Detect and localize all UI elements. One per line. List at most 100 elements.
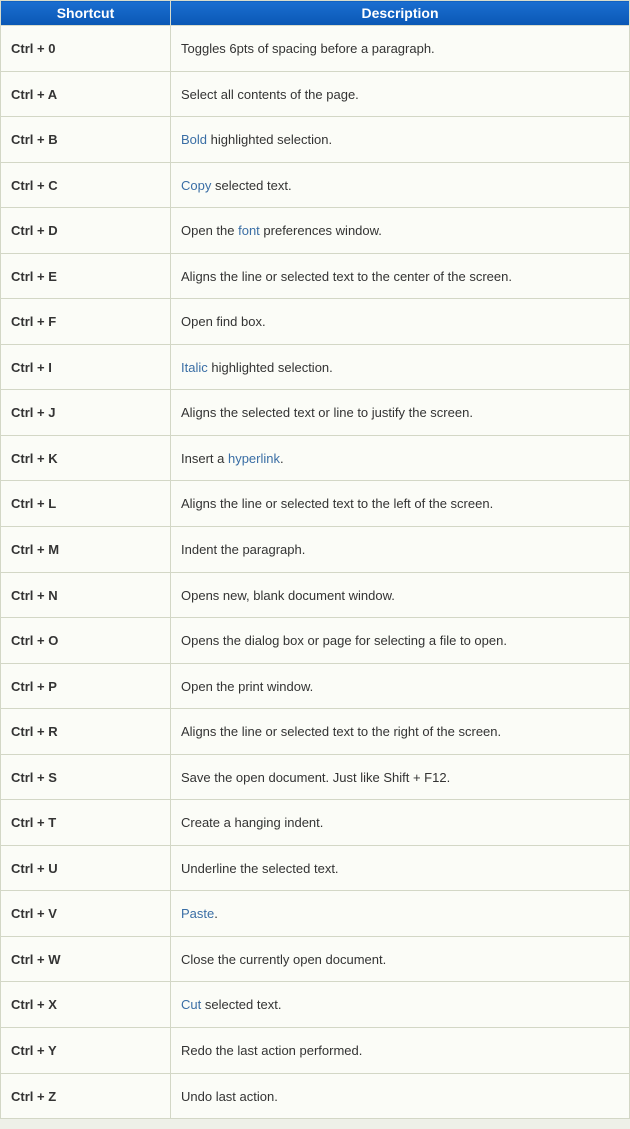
- description-cell: Aligns the line or selected text to the …: [171, 481, 630, 527]
- term-link[interactable]: Copy: [181, 178, 211, 193]
- table-row: Ctrl + E Aligns the line or selected text…: [1, 253, 630, 299]
- description-cell: Redo the last action performed.: [171, 1028, 630, 1074]
- description-cell: Open the font preferences window.: [171, 208, 630, 254]
- description-cell: Bold highlighted selection.: [171, 117, 630, 163]
- shortcut-cell: Ctrl + V: [1, 891, 171, 937]
- description-cell: Insert a hyperlink.: [171, 435, 630, 481]
- term-link[interactable]: hyperlink: [228, 451, 280, 466]
- description-cell: Open find box.: [171, 299, 630, 345]
- table-row: Ctrl + S Save the open document. Just lik…: [1, 754, 630, 800]
- description-cell: Aligns the line or selected text to the …: [171, 709, 630, 755]
- description-cell: Undo last action.: [171, 1073, 630, 1119]
- shortcut-cell: Ctrl + R: [1, 709, 171, 755]
- table-row: Ctrl + FOpen find box.: [1, 299, 630, 345]
- table-row: Ctrl + L Aligns the line or selected text…: [1, 481, 630, 527]
- shortcuts-table: Shortcut Description Ctrl + 0 Toggles 6pt…: [0, 0, 630, 1119]
- table-row: Ctrl + O Opens the dialog box or page for…: [1, 618, 630, 664]
- shortcut-cell: Ctrl + Z: [1, 1073, 171, 1119]
- description-text: Open the: [181, 223, 238, 238]
- shortcut-cell: Ctrl + A: [1, 71, 171, 117]
- shortcut-cell: Ctrl + S: [1, 754, 171, 800]
- term-link[interactable]: Paste: [181, 906, 214, 921]
- shortcut-cell: Ctrl + 0: [1, 26, 171, 72]
- table-row: Ctrl + W Close the currently open documen…: [1, 936, 630, 982]
- description-cell: Aligns the selected text or line to just…: [171, 390, 630, 436]
- shortcut-cell: Ctrl + P: [1, 663, 171, 709]
- description-text: selected text.: [201, 997, 281, 1012]
- description-cell: Toggles 6pts of spacing before a paragra…: [171, 26, 630, 72]
- description-cell: Copy selected text.: [171, 162, 630, 208]
- header-description: Description: [171, 1, 630, 26]
- table-row: Ctrl + BBold highlighted selection.: [1, 117, 630, 163]
- description-cell: Italic highlighted selection.: [171, 344, 630, 390]
- description-cell: Indent the paragraph.: [171, 527, 630, 573]
- description-cell: Open the print window.: [171, 663, 630, 709]
- shortcut-cell: Ctrl + L: [1, 481, 171, 527]
- description-cell: Save the open document. Just like Shift …: [171, 754, 630, 800]
- table-row: Ctrl + IItalic highlighted selection.: [1, 344, 630, 390]
- shortcut-cell: Ctrl + T: [1, 800, 171, 846]
- description-text: Opens new, blank document window.: [181, 588, 395, 603]
- description-cell: Close the currently open document.: [171, 936, 630, 982]
- shortcut-cell: Ctrl + X: [1, 982, 171, 1028]
- table-row: Ctrl + Y Redo the last action performed.: [1, 1028, 630, 1074]
- table-row: Ctrl + DOpen the font preferences window…: [1, 208, 630, 254]
- table-row: Ctrl + CCopy selected text.: [1, 162, 630, 208]
- term-link[interactable]: font: [238, 223, 260, 238]
- shortcut-cell: Ctrl + O: [1, 618, 171, 664]
- description-text: Insert a: [181, 451, 228, 466]
- shortcut-cell: Ctrl + C: [1, 162, 171, 208]
- table-row: Ctrl + N Opens new, blank document window…: [1, 572, 630, 618]
- description-text: .: [214, 906, 218, 921]
- description-text: Toggles 6pts of spacing before a paragra…: [181, 41, 435, 56]
- shortcut-cell: Ctrl + N: [1, 572, 171, 618]
- shortcut-cell: Ctrl + I: [1, 344, 171, 390]
- table-row: Ctrl + XCut selected text.: [1, 982, 630, 1028]
- header-shortcut: Shortcut: [1, 1, 171, 26]
- table-row: Ctrl + Z Undo last action.: [1, 1073, 630, 1119]
- description-cell: Paste.: [171, 891, 630, 937]
- shortcut-cell: Ctrl + U: [1, 845, 171, 891]
- shortcut-cell: Ctrl + M: [1, 527, 171, 573]
- description-text: Aligns the line or selected text to the …: [181, 724, 501, 739]
- description-text: Close the currently open document.: [181, 952, 386, 967]
- table-row: Ctrl + U Underline the selected text.: [1, 845, 630, 891]
- shortcut-cell: Ctrl + E: [1, 253, 171, 299]
- description-text: Open the print window.: [181, 679, 313, 694]
- table-row: Ctrl + MIndent the paragraph.: [1, 527, 630, 573]
- shortcut-cell: Ctrl + W: [1, 936, 171, 982]
- description-text: Undo last action.: [181, 1089, 278, 1104]
- description-cell: Opens the dialog box or page for selecti…: [171, 618, 630, 664]
- table-row: Ctrl + P Open the print window.: [1, 663, 630, 709]
- description-cell: Select all contents of the page.: [171, 71, 630, 117]
- description-text: preferences window.: [260, 223, 382, 238]
- term-link[interactable]: Italic: [181, 360, 208, 375]
- table-row: Ctrl + A Select all contents of the page.: [1, 71, 630, 117]
- description-cell: Opens new, blank document window.: [171, 572, 630, 618]
- description-cell: Create a hanging indent.: [171, 800, 630, 846]
- shortcut-cell: Ctrl + Y: [1, 1028, 171, 1074]
- description-text: highlighted selection.: [207, 132, 332, 147]
- description-text: Save the open document. Just like Shift …: [181, 770, 450, 785]
- table-row: Ctrl + VPaste.: [1, 891, 630, 937]
- description-cell: Underline the selected text.: [171, 845, 630, 891]
- table-header-row: Shortcut Description: [1, 1, 630, 26]
- description-text: Select all contents of the page.: [181, 87, 359, 102]
- description-text: Underline the selected text.: [181, 861, 339, 876]
- description-text: selected text.: [211, 178, 291, 193]
- description-text: .: [280, 451, 284, 466]
- term-link[interactable]: Bold: [181, 132, 207, 147]
- description-text: Redo the last action performed.: [181, 1043, 362, 1058]
- table-row: Ctrl + R Aligns the line or selected text…: [1, 709, 630, 755]
- description-text: Aligns the selected text or line to just…: [181, 405, 473, 420]
- table-row: Ctrl + KInsert a hyperlink.: [1, 435, 630, 481]
- description-text: Aligns the line or selected text to the …: [181, 496, 493, 511]
- description-text: Opens the dialog box or page for selecti…: [181, 633, 507, 648]
- term-link[interactable]: Cut: [181, 997, 201, 1012]
- description-text: Aligns the line or selected text to the …: [181, 269, 512, 284]
- table-row: Ctrl + J Aligns the selected text or line…: [1, 390, 630, 436]
- description-cell: Cut selected text.: [171, 982, 630, 1028]
- shortcut-cell: Ctrl + B: [1, 117, 171, 163]
- table-row: Ctrl + TCreate a hanging indent.: [1, 800, 630, 846]
- shortcut-cell: Ctrl + J: [1, 390, 171, 436]
